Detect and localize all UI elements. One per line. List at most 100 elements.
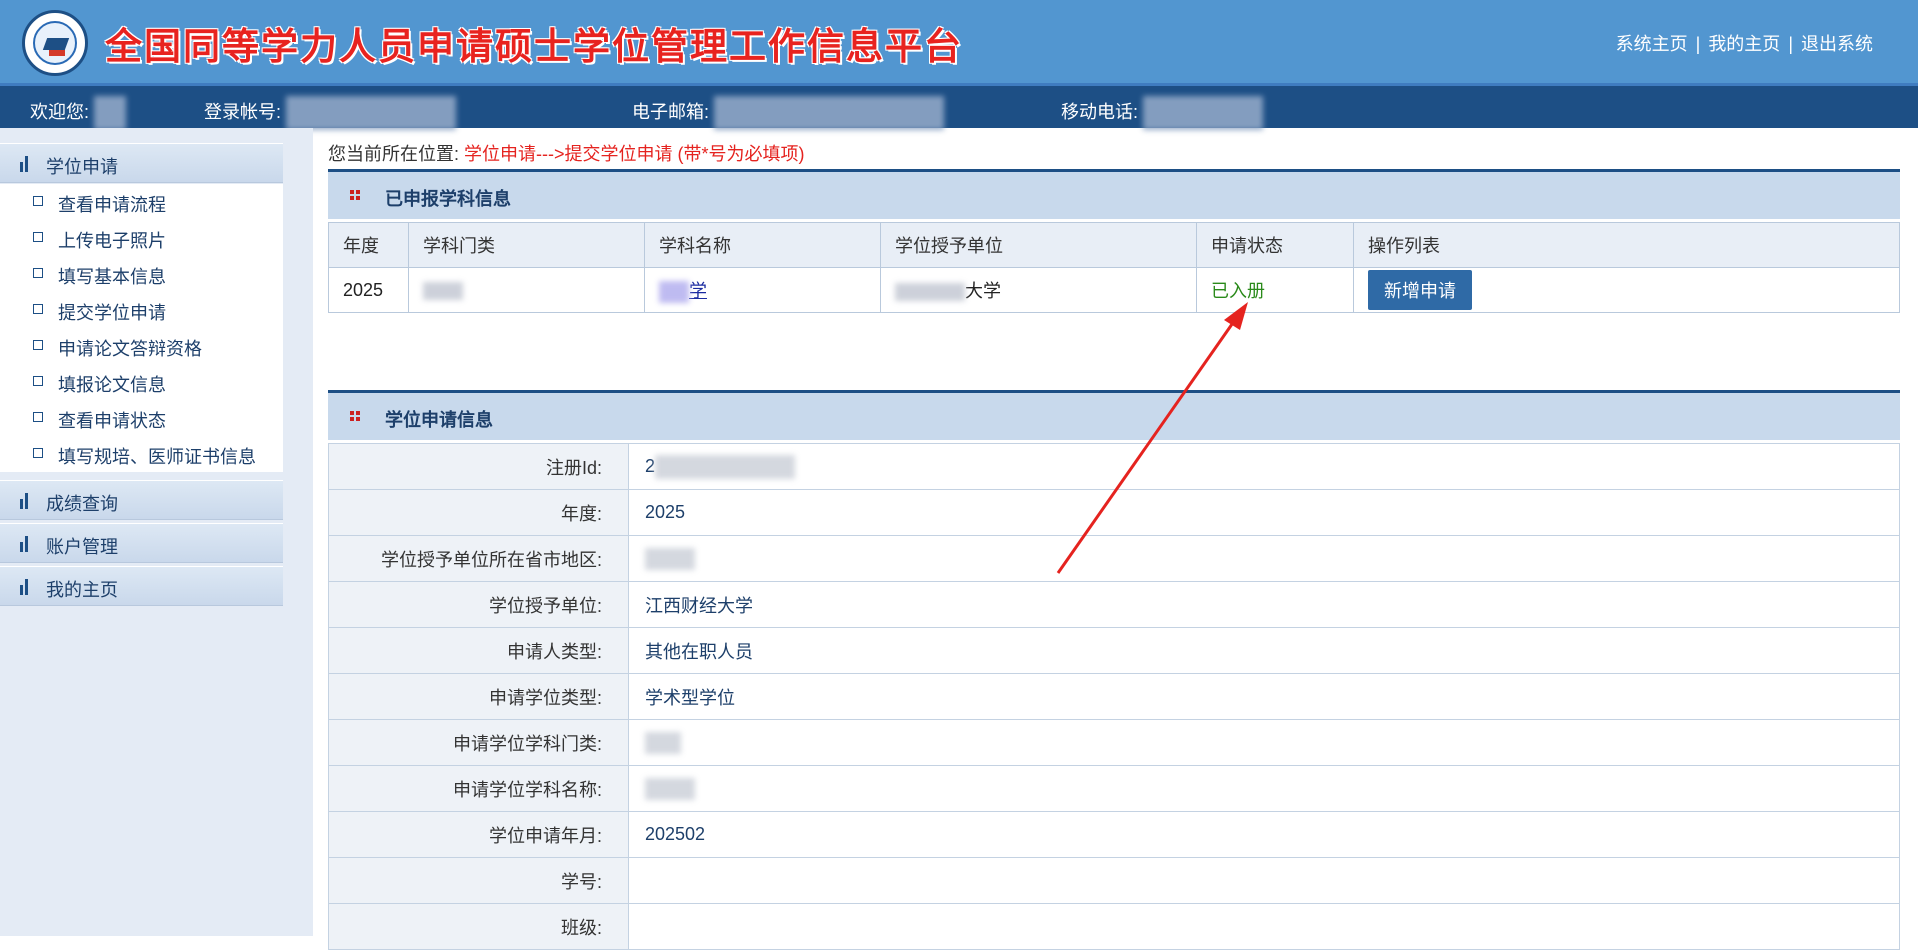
sidebar-item-label: 填报论文信息: [58, 375, 166, 395]
my-home-link[interactable]: 我的主页: [1708, 34, 1780, 54]
breadcrumb: 您当前所在位置: 学位申请--->提交学位申请 (带*号为必填项): [328, 140, 805, 166]
column-header: 年度: [328, 222, 409, 268]
welcome-label: 欢迎您:: [30, 101, 90, 122]
bar-chart-icon: [20, 579, 32, 595]
system-home-link[interactable]: 系统主页: [1616, 34, 1688, 54]
column-header: 操作列表: [1353, 222, 1900, 268]
field-label: 学位授予单位:: [328, 581, 629, 628]
menu-group-label: 我的主页: [46, 580, 118, 600]
subjects-panel-header: 已申报学科信息: [328, 169, 1900, 219]
registration-id-value: 2: [628, 443, 1900, 490]
category-cell: [408, 267, 645, 313]
sidebar-item-label: 申请论文答辩资格: [58, 339, 202, 359]
square-bullet-icon: [33, 412, 43, 422]
square-bullet-icon: [33, 448, 43, 458]
menu-group-label: 账户管理: [46, 537, 118, 557]
menu-group-label: 成绩查询: [46, 494, 118, 514]
sidebar: 学位申请 查看申请流程 上传电子照片 填写基本信息 提交学位申请 申请论文答辩资…: [0, 128, 313, 936]
field-label: 学位申请年月:: [328, 811, 629, 858]
sidebar-item-label: 上传电子照片: [58, 231, 166, 251]
sidebar-item-thesis-info[interactable]: 填报论文信息: [0, 364, 283, 400]
sidebar-item-application-status[interactable]: 查看申请状态: [0, 400, 283, 436]
bar-chart-icon: [20, 536, 32, 552]
subject-category-value: [628, 719, 1900, 766]
field-label: 注册Id:: [328, 443, 629, 490]
link-separator: |: [1695, 34, 1701, 54]
bar-chart-icon: [20, 493, 32, 509]
column-header: 申请状态: [1196, 222, 1354, 268]
table-row: 注册Id: 2: [328, 443, 1900, 490]
table-row: 申请学位类型: 学术型学位: [328, 673, 1900, 720]
field-label: 学位授予单位所在省市地区:: [328, 535, 629, 582]
year-value: 2025: [628, 489, 1900, 536]
link-separator: |: [1788, 34, 1793, 54]
redacted-value: [645, 777, 695, 800]
sidebar-item-defense-qualification[interactable]: 申请论文答辩资格: [0, 328, 283, 364]
grid-dots-icon: [350, 411, 360, 421]
email-label: 电子邮箱:: [632, 101, 710, 122]
redacted-phone: [1143, 96, 1264, 130]
square-bullet-icon: [33, 304, 43, 314]
field-label: 申请学位学科门类:: [328, 719, 629, 766]
sidebar-item-label: 填写规培、医师证书信息: [58, 447, 256, 467]
square-bullet-icon: [33, 376, 43, 386]
degree-type-value: 学术型学位: [628, 673, 1900, 720]
field-label: 申请学位学科名称:: [328, 765, 629, 812]
menu-group-my-home[interactable]: 我的主页: [0, 566, 283, 606]
status-badge: 已入册: [1211, 281, 1265, 301]
site-logo: [22, 10, 88, 76]
breadcrumb-prefix: 您当前所在位置:: [328, 144, 460, 164]
table-row: 学位授予单位: 江西财经大学: [328, 581, 1900, 628]
application-panel-title: 学位申请信息: [385, 410, 493, 430]
sidebar-item-upload-photo[interactable]: 上传电子照片: [0, 220, 283, 256]
user-info-bar: 欢迎您: 登录帐号: 电子邮箱: 移动电话:: [0, 83, 1918, 130]
sidebar-item-label: 查看申请流程: [58, 195, 166, 215]
table-row: 申请学位学科名称:: [328, 765, 1900, 812]
degree-application-submenu: 查看申请流程 上传电子照片 填写基本信息 提交学位申请 申请论文答辩资格 填报论…: [0, 184, 283, 472]
logout-link[interactable]: 退出系统: [1801, 34, 1873, 54]
sidebar-item-certificate-info[interactable]: 填写规培、医师证书信息: [0, 436, 283, 472]
redacted-username: [94, 96, 127, 130]
sidebar-item-label: 查看申请状态: [58, 411, 166, 431]
sidebar-item-submit-application[interactable]: 提交学位申请: [0, 292, 283, 328]
email-item: 电子邮箱:: [632, 96, 945, 130]
year-cell: 2025: [328, 267, 409, 313]
application-month-value: 202502: [628, 811, 1900, 858]
menu-group-account-management[interactable]: 账户管理: [0, 523, 283, 563]
new-application-button[interactable]: 新增申请: [1368, 270, 1472, 310]
redacted-account: [286, 96, 457, 130]
menu-group-degree-application[interactable]: 学位申请: [0, 143, 283, 183]
field-label: 学号:: [328, 857, 629, 904]
header-bar: 全国同等学力人员申请硕士学位管理工作信息平台 系统主页 | 我的主页 | 退出系统: [0, 0, 1918, 83]
redacted-email: [714, 96, 945, 130]
account-label: 登录帐号:: [204, 101, 282, 122]
region-value: [628, 535, 1900, 582]
action-cell: 新增申请: [1353, 267, 1900, 313]
column-header: 学科门类: [408, 222, 645, 268]
class-value: [628, 903, 1900, 950]
square-bullet-icon: [33, 340, 43, 350]
table-row: 年度: 2025: [328, 489, 1900, 536]
top-links: 系统主页 | 我的主页 | 退出系统: [1616, 30, 1873, 56]
table-row: 学位授予单位所在省市地区:: [328, 535, 1900, 582]
subjects-panel-title: 已申报学科信息: [385, 189, 511, 209]
unit-value: 江西财经大学: [628, 581, 1900, 628]
menu-group-score-query[interactable]: 成绩查询: [0, 480, 283, 520]
square-bullet-icon: [33, 232, 43, 242]
application-panel-header: 学位申请信息: [328, 390, 1900, 440]
subjects-table: 年度 学科门类 学科名称 学位授予单位 申请状态 操作列表 2025 学 大学 …: [328, 222, 1900, 313]
redacted-subject: [659, 281, 689, 304]
applicant-type-value: 其他在职人员: [628, 627, 1900, 674]
column-header: 学科名称: [644, 222, 881, 268]
subject-name-link[interactable]: 学: [689, 281, 707, 301]
redacted-unit: [895, 283, 965, 302]
table-row: 学号:: [328, 857, 1900, 904]
field-label: 申请学位类型:: [328, 673, 629, 720]
sidebar-item-view-process[interactable]: 查看申请流程: [0, 184, 283, 220]
redacted-category: [423, 281, 463, 300]
sidebar-item-basic-info[interactable]: 填写基本信息: [0, 256, 283, 292]
subject-name-value: [628, 765, 1900, 812]
field-label: 年度:: [328, 489, 629, 536]
table-row: 申请学位学科门类:: [328, 719, 1900, 766]
subject-name-cell[interactable]: 学: [644, 267, 881, 313]
